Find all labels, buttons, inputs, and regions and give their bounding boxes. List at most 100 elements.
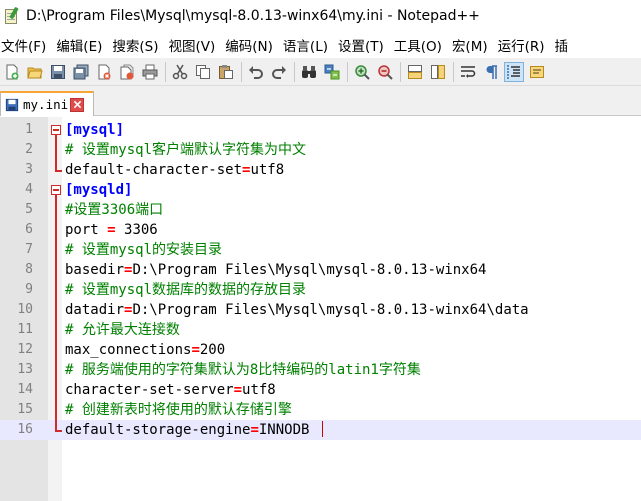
code-text: datadir=D:\Program Files\Mysql\mysql-8.0… [65,300,529,320]
code-text: # 创建新表时将使用的默认存储引擎 [65,400,292,420]
menu-settings[interactable]: 设置(T) [337,35,391,55]
ini-key: default-storage-engine [65,422,251,438]
user-language-icon [530,65,544,78]
code-line[interactable]: 14 character-set-server=utf8 [0,380,641,400]
zoom-out-icon [378,64,393,80]
indent-guide-button[interactable] [504,61,524,82]
ini-key: basedir [65,262,125,278]
code-line[interactable]: 3 default-character-set=utf8 [0,160,641,180]
menu-language[interactable]: 语言(L) [282,35,335,55]
sync-vertical-button[interactable] [405,62,425,82]
code-line[interactable]: 8 basedir=D:\Program Files\Mysql\mysql-8.… [0,260,641,280]
ini-value: utf8 [250,162,285,178]
zoom-out-button[interactable] [375,62,395,82]
word-wrap-button[interactable] [458,62,478,82]
user-define-button[interactable] [527,62,547,82]
line-number: 4 [25,182,33,197]
line-number: 16 [17,422,33,437]
tab-close-button[interactable] [70,97,85,112]
code-line[interactable]: 12 max_connections=200 [0,340,641,360]
ini-value: D:\Program Files\Mysql\mysql-8.0.13-winx… [132,262,487,278]
zoom-in-icon [355,64,370,80]
tab-my-ini[interactable]: my.ini [0,91,94,116]
new-file-button[interactable] [2,62,22,82]
copy-button[interactable] [193,62,213,82]
find-button[interactable] [299,62,319,82]
ini-comment: #设置3306端口 [65,202,164,218]
code-text: port = 3306 [65,220,158,240]
notepadpp-icon [4,6,20,25]
menu-search[interactable]: 搜索(S) [111,35,165,55]
code-line[interactable]: 10 datadir=D:\Program Files\Mysql\mysql-8… [0,300,641,320]
undo-icon [249,65,263,79]
code-line[interactable]: 1 [mysql] [0,120,641,140]
menu-file[interactable]: 文件(F) [0,35,53,55]
ini-key: character-set-server [65,382,234,398]
saved-file-icon [5,98,19,111]
cut-button[interactable] [170,62,190,82]
menu-view[interactable]: 视图(V) [168,35,223,55]
line-number: 2 [25,142,33,157]
line-number: 3 [25,162,33,177]
code-line[interactable]: 6 port = 3306 [0,220,641,240]
code-line[interactable]: 4 [mysqld] [0,180,641,200]
code-line[interactable]: 5 #设置3306端口 [0,200,641,220]
code-text: character-set-server=utf8 [65,380,276,400]
code-text: basedir=D:\Program Files\Mysql\mysql-8.0… [65,260,486,280]
toolbar-separator [241,61,242,82]
ini-value: D:\Program Files\Mysql\mysql-8.0.13-winx… [132,302,529,318]
ini-operator: = [191,342,200,358]
show-all-chars-button[interactable] [481,62,501,82]
editor[interactable]: 1 [mysql] 2 # 设置mysql客户端默认字符集为中文 3 default-ch… [0,117,641,501]
redo-icon [272,65,286,79]
open-file-button[interactable] [25,62,45,82]
code-line[interactable]: 16 default-storage-engine=INNODB [0,420,641,440]
menu-bar: 文件(F) 编辑(E) 搜索(S) 视图(V) 编码(N) 语言(L) 设置(T… [0,32,641,58]
fold-toggle-icon[interactable] [51,125,61,135]
close-button[interactable] [94,62,114,82]
undo-button[interactable] [246,62,266,82]
fold-range-line [55,195,57,430]
ini-value: 200 [199,342,226,358]
code-line[interactable]: 9 # 设置mysql数据库的数据的存放目录 [0,280,641,300]
menu-tools[interactable]: 工具(O) [393,35,449,55]
zoom-in-button[interactable] [352,62,372,82]
code-text: # 设置mysql客户端默认字符集为中文 [65,140,306,160]
new-file-icon [6,64,19,79]
ini-key: datadir [65,302,125,318]
open-folder-icon [27,67,43,78]
fold-toggle-icon[interactable] [51,185,61,195]
code-text: # 设置mysql的安装目录 [65,240,222,260]
sync-horizontal-button[interactable] [428,62,448,82]
ini-comment: # 设置mysql数据库的数据的存放目录 [65,282,307,298]
code-line[interactable]: 2 # 设置mysql客户端默认字符集为中文 [0,140,641,160]
word-wrap-icon [461,65,476,78]
save-all-button[interactable] [71,62,91,82]
code-line[interactable]: 11 # 允许最大连接数 [0,320,641,340]
close-all-button[interactable] [117,62,137,82]
toolbar-separator [294,61,295,82]
menu-run[interactable]: 运行(R) [497,35,552,55]
replace-button[interactable] [322,62,342,82]
ini-key: max_connections [65,342,192,358]
menu-plugins[interactable]: 插 [554,35,576,55]
save-button[interactable] [48,62,68,82]
paste-button[interactable] [216,62,236,82]
sync-vertical-icon [408,64,422,79]
save-all-icon [73,64,89,79]
print-button[interactable] [140,62,160,82]
line-number: 8 [25,262,33,277]
menu-encoding[interactable]: 编码(N) [224,35,280,55]
code-line[interactable]: 15 # 创建新表时将使用的默认存储引擎 [0,400,641,420]
redo-button[interactable] [269,62,289,82]
ini-value: INNODB [258,422,318,438]
ini-comment: # 创建新表时将使用的默认存储引擎 [65,402,292,418]
save-icon [51,64,65,79]
menu-macro[interactable]: 宏(M) [451,35,495,55]
ini-section: [mysql] [65,122,125,138]
line-number: 10 [17,302,33,317]
menu-edit[interactable]: 编辑(E) [55,35,109,55]
code-line[interactable]: 13 # 服务端使用的字符集默认为8比特编码的latin1字符集 [0,360,641,380]
ini-operator: = [107,222,116,238]
code-line[interactable]: 7 # 设置mysql的安装目录 [0,240,641,260]
